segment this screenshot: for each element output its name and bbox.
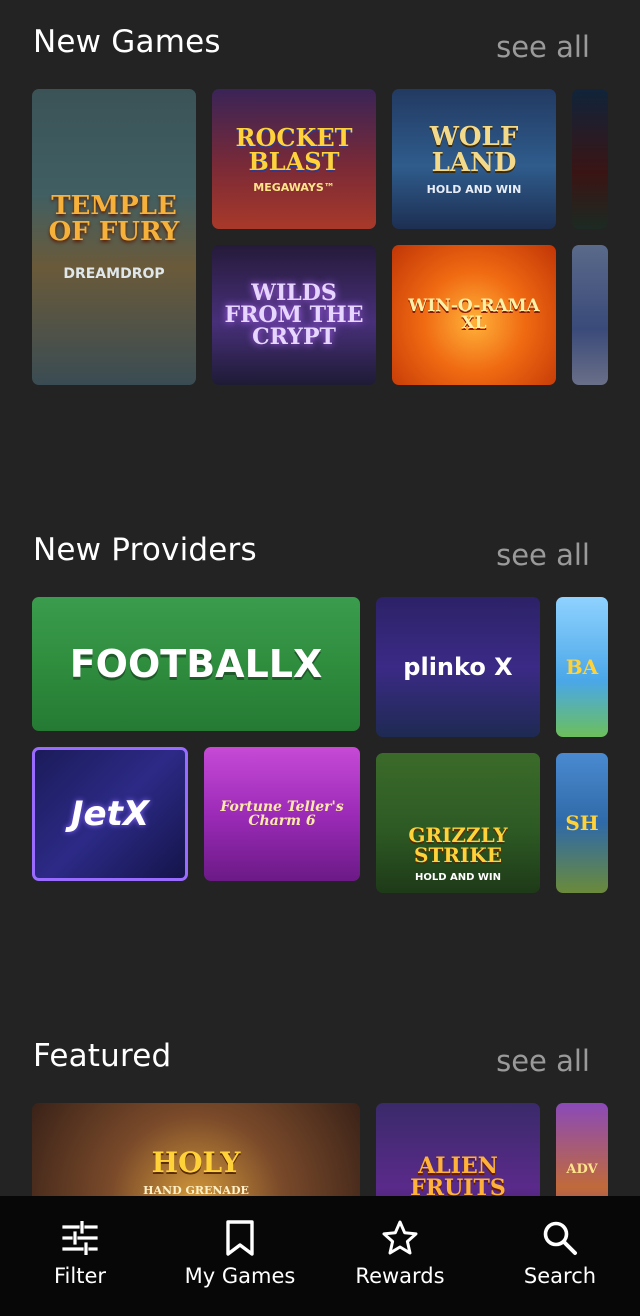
- nav-search[interactable]: Search: [480, 1196, 640, 1316]
- nav-rewards[interactable]: Rewards: [320, 1196, 480, 1316]
- game-title: ROCKET BLAST: [235, 122, 353, 176]
- provider-tile[interactable]: FOOTBALLX: [32, 597, 360, 731]
- nav-label: Rewards: [355, 1264, 445, 1288]
- nav-label: Search: [523, 1264, 597, 1288]
- game-subtitle: MEGAWAYS™: [253, 180, 335, 194]
- provider-title: FOOTBALLX: [69, 642, 323, 686]
- game-carousel[interactable]: TEMPLE OF FURY DREAMDROP ROCKET BLAST ME…: [32, 89, 608, 385]
- provider-tile[interactable]: GRIZZLY STRIKE HOLD AND WIN: [376, 753, 540, 893]
- see-all-link[interactable]: see all: [496, 30, 590, 64]
- nav-label: Filter: [53, 1264, 106, 1288]
- game-tile[interactable]: [572, 245, 608, 385]
- game-tile[interactable]: [572, 89, 608, 229]
- game-title: TEMPLE OF FURY: [48, 191, 180, 247]
- provider-title: plinko X: [403, 653, 513, 681]
- section-new-providers: New Providers see all FOOTBALLX plinko X…: [0, 508, 640, 928]
- featured-tile[interactable]: ALIEN FRUITS: [376, 1103, 540, 1196]
- nav-my-games[interactable]: My Games: [160, 1196, 320, 1316]
- featured-tile[interactable]: ADV: [556, 1103, 608, 1196]
- featured-title: HOLY: [151, 1146, 241, 1179]
- provider-title: Fortune Teller's Charm 6: [220, 799, 344, 829]
- game-tile[interactable]: ROCKET BLAST MEGAWAYS™: [212, 89, 376, 229]
- featured-title: ALIEN FRUITS: [410, 1153, 506, 1196]
- featured-title: ADV: [566, 1162, 598, 1177]
- provider-tile[interactable]: BA: [556, 597, 608, 737]
- section-featured: Featured see all HOLY HAND GRENADE ALIEN…: [0, 1014, 640, 1196]
- filter-sliders-icon: [60, 1218, 100, 1258]
- see-all-link[interactable]: see all: [496, 1044, 590, 1078]
- provider-tile[interactable]: JetX: [32, 747, 188, 881]
- game-tile[interactable]: WIN-O-RAMA XL: [392, 245, 556, 385]
- see-all-link[interactable]: see all: [496, 538, 590, 572]
- provider-title: BA: [565, 655, 599, 679]
- game-title: WILDS FROM THE CRYPT: [224, 280, 364, 350]
- section-new-games: New Games see all TEMPLE OF FURY DREAMDR…: [0, 0, 640, 420]
- search-icon: [540, 1218, 580, 1258]
- provider-tile[interactable]: plinko X: [376, 597, 540, 737]
- section-title: New Games: [33, 24, 221, 60]
- provider-subtitle: HOLD AND WIN: [414, 872, 502, 883]
- nav-filter[interactable]: Filter: [0, 1196, 160, 1316]
- provider-title: JetX: [70, 794, 150, 834]
- bottom-navigation: Filter My Games Rewards Search: [0, 1196, 640, 1316]
- game-tile[interactable]: TEMPLE OF FURY DREAMDROP: [32, 89, 196, 385]
- provider-tile[interactable]: SH: [556, 753, 608, 893]
- featured-subtitle: HAND GRENADE: [143, 1184, 249, 1196]
- provider-carousel[interactable]: FOOTBALLX plinko X BA JetX Fortune Telle…: [32, 597, 608, 893]
- featured-tile[interactable]: HOLY HAND GRENADE: [32, 1103, 360, 1196]
- provider-title: SH: [565, 811, 599, 835]
- game-title: WIN-O-RAMA XL: [408, 296, 540, 333]
- game-tile[interactable]: WOLF LAND HOLD AND WIN: [392, 89, 556, 229]
- section-title: Featured: [33, 1038, 172, 1074]
- game-subtitle: HOLD AND WIN: [426, 182, 522, 196]
- featured-carousel[interactable]: HOLY HAND GRENADE ALIEN FRUITS ADV: [32, 1103, 608, 1196]
- game-subtitle: DREAMDROP: [63, 266, 165, 282]
- provider-title: GRIZZLY STRIKE: [408, 823, 508, 867]
- section-title: New Providers: [33, 532, 257, 568]
- game-tile[interactable]: WILDS FROM THE CRYPT: [212, 245, 376, 385]
- nav-label: My Games: [184, 1264, 296, 1288]
- star-icon: [380, 1218, 420, 1258]
- game-title: WOLF LAND: [429, 121, 519, 178]
- bookmark-icon: [220, 1218, 260, 1258]
- provider-tile[interactable]: Fortune Teller's Charm 6: [204, 747, 360, 881]
